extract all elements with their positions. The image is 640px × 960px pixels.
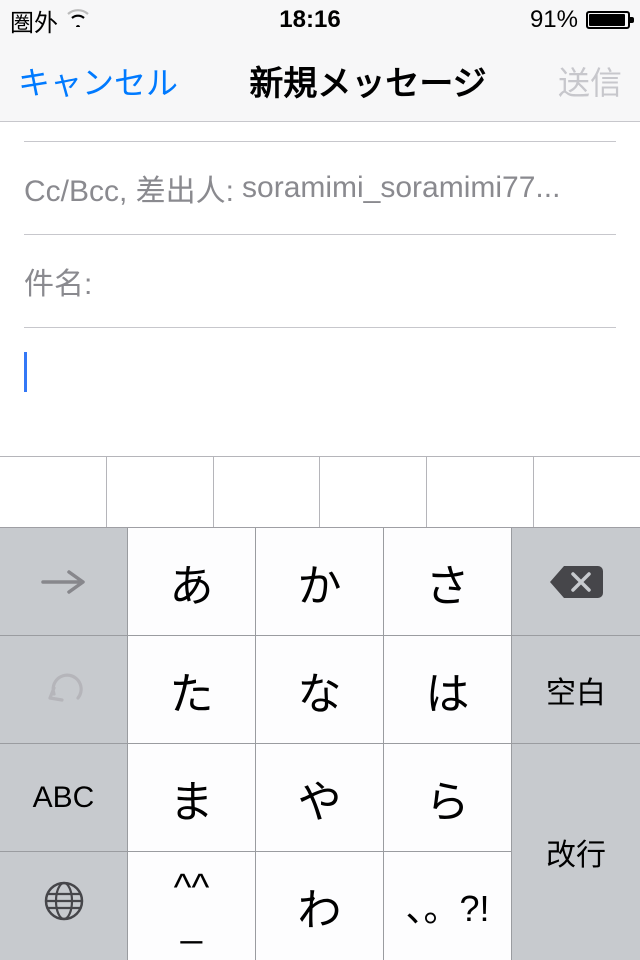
kaomoji-key[interactable]: ^^ _ xyxy=(128,852,256,960)
suggestion-slot[interactable] xyxy=(107,457,214,527)
kana-sa-key[interactable]: さ xyxy=(384,528,512,636)
abc-mode-key[interactable]: ABC xyxy=(0,744,128,852)
text-cursor xyxy=(24,352,27,392)
kana-ha-key[interactable]: は xyxy=(384,636,512,744)
cc-bcc-from-field[interactable]: Cc/Bcc, 差出人: soramimi_soramimi77... xyxy=(24,142,616,235)
suggestion-slot[interactable] xyxy=(0,457,107,527)
kana-ya-key[interactable]: や xyxy=(256,744,384,852)
suggestion-slot[interactable] xyxy=(534,457,640,527)
kana-ma-key[interactable]: ま xyxy=(128,744,256,852)
next-candidate-key[interactable] xyxy=(0,528,128,636)
suggestion-bar xyxy=(0,456,640,528)
carrier-text: 圏外 xyxy=(10,3,58,38)
undo-key[interactable] xyxy=(0,636,128,744)
compose-area: Cc/Bcc, 差出人: soramimi_soramimi77... 件名: xyxy=(0,122,640,456)
globe-key[interactable] xyxy=(0,852,128,960)
to-field[interactable] xyxy=(24,122,616,142)
subject-field[interactable]: 件名: xyxy=(24,235,616,328)
send-button[interactable]: 送信 xyxy=(558,58,622,104)
suggestion-slot[interactable] xyxy=(320,457,427,527)
kana-wa-key[interactable]: わ xyxy=(256,852,384,960)
suggestion-slot[interactable] xyxy=(214,457,321,527)
globe-icon xyxy=(43,880,85,933)
battery-icon xyxy=(586,11,630,29)
battery-percent: 91% xyxy=(530,6,578,34)
undo-icon xyxy=(44,665,84,715)
arrow-right-icon xyxy=(39,557,89,607)
page-title: 新規メッセージ xyxy=(249,56,486,105)
from-value: soramimi_soramimi77... xyxy=(242,171,560,205)
body-textarea[interactable] xyxy=(24,328,616,416)
punctuation-key[interactable]: 、。?! xyxy=(384,852,512,960)
keyboard: あ か さ た な は 空白 ABC ま や ら 改行 xyxy=(0,528,640,960)
suggestion-slot[interactable] xyxy=(427,457,534,527)
kaomoji-bot: _ xyxy=(181,905,202,943)
nav-bar: キャンセル 新規メッセージ 送信 xyxy=(0,40,640,122)
backspace-icon xyxy=(546,562,606,602)
kana-ra-key[interactable]: ら xyxy=(384,744,512,852)
cc-label: Cc/Bcc, 差出人: xyxy=(24,166,234,210)
kana-na-key[interactable]: な xyxy=(256,636,384,744)
wifi-icon xyxy=(66,6,90,34)
kana-a-key[interactable]: あ xyxy=(128,528,256,636)
kaomoji-top: ^^ xyxy=(174,869,210,907)
return-key[interactable]: 改行 xyxy=(512,744,640,960)
kana-ka-key[interactable]: か xyxy=(256,528,384,636)
cancel-button[interactable]: キャンセル xyxy=(18,58,178,104)
kana-ta-key[interactable]: た xyxy=(128,636,256,744)
backspace-key[interactable] xyxy=(512,528,640,636)
status-bar: 圏外 18:16 91% xyxy=(0,0,640,40)
subject-label: 件名: xyxy=(24,259,92,303)
space-key[interactable]: 空白 xyxy=(512,636,640,744)
clock: 18:16 xyxy=(279,6,340,34)
